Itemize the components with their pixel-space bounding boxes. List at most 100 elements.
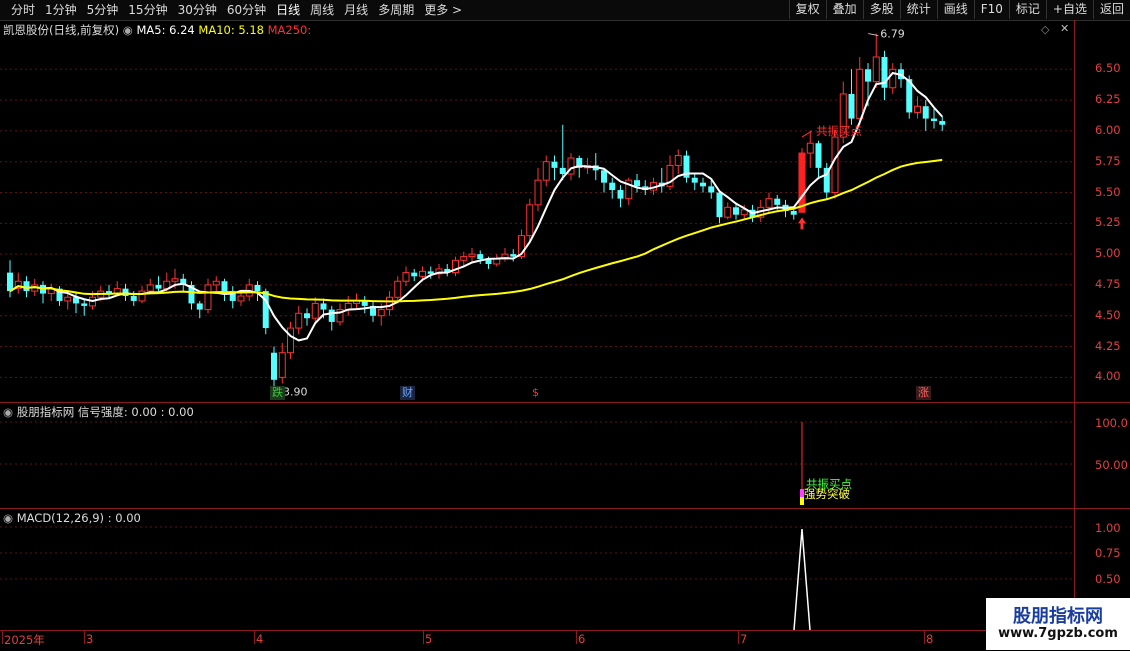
candle-body	[617, 190, 624, 199]
candle-body	[790, 211, 797, 215]
candle-body	[856, 68, 864, 120]
period-tab-9[interactable]: 多周期	[373, 2, 419, 18]
period-tab-8[interactable]: 月线	[339, 2, 373, 18]
date-label: 8	[926, 632, 934, 646]
candle-body	[460, 256, 468, 261]
candle-body	[806, 142, 814, 154]
candle-body	[64, 296, 72, 302]
price-tick: 4.00	[1095, 369, 1121, 384]
candle-body	[155, 284, 162, 289]
toolbar-button-3[interactable]: 统计	[899, 0, 937, 19]
candle-body	[815, 143, 822, 168]
candle-body	[931, 118, 937, 122]
date-tick	[576, 630, 577, 644]
macd-ytick-05: 0.50	[1095, 572, 1121, 586]
candle-body	[724, 206, 732, 218]
candle-body	[716, 192, 723, 218]
period-tab-5[interactable]: 60分钟	[222, 2, 271, 18]
period-tab-2[interactable]: 5分钟	[82, 2, 124, 18]
candle-body	[262, 291, 269, 329]
candle-body	[138, 290, 146, 302]
candle-body	[477, 254, 484, 260]
toolbar-right-buttons: 复权 叠加 多股 统计 画线 F10 标记 +自选 返回	[788, 0, 1130, 19]
candle-body	[922, 106, 929, 119]
candle-body	[311, 302, 319, 319]
toolbar-button-2[interactable]: 多股	[862, 0, 900, 19]
period-toolbar: 分时 1分钟 5分钟 15分钟 30分钟 60分钟 日线 周线 月线 多周期 更多 > 复权 叠加 多股…	[0, 0, 1130, 21]
low-label: 3.90	[283, 386, 308, 399]
candle-body	[212, 280, 220, 286]
macd-chart	[0, 526, 1074, 630]
candle-body	[468, 253, 476, 258]
price-tick: 4.25	[1095, 338, 1121, 353]
event-marker[interactable]: $	[530, 386, 541, 400]
period-tab-1[interactable]: 1分钟	[40, 2, 82, 18]
candle-body	[394, 280, 402, 298]
event-marker[interactable]: 财	[400, 386, 415, 400]
toolbar-button-0[interactable]: 复权	[788, 0, 826, 19]
candle-body	[237, 295, 245, 302]
candle-body	[691, 177, 698, 183]
toolbar-button-7[interactable]: +自选	[1045, 0, 1093, 19]
candle-body	[765, 198, 773, 208]
candle-body	[23, 281, 30, 292]
date-tick	[254, 630, 255, 644]
candle-body	[551, 161, 558, 168]
signal-strength-chart: 共振买点强势突破	[0, 421, 1074, 505]
candle-body	[601, 170, 607, 183]
watermark-url: www.7gpzb.com	[998, 626, 1118, 641]
price-tick: 5.75	[1095, 153, 1121, 168]
signal-label: 共振买点	[816, 124, 862, 138]
candle-body	[377, 309, 385, 317]
toolbar-button-5[interactable]: F10	[973, 0, 1009, 19]
date-label: 5	[425, 632, 433, 646]
macd-ytick-1: 1.00	[1095, 521, 1121, 535]
date-axis	[0, 630, 1130, 651]
candle-body	[304, 313, 310, 319]
candlestick-chart: 6.79 3.90 共振买点	[0, 28, 1074, 399]
period-tab-10[interactable]: 更多 >	[419, 2, 467, 18]
period-tab-4[interactable]: 30分钟	[173, 2, 222, 18]
candle-body	[81, 303, 88, 306]
candle-body	[278, 352, 286, 378]
date-tick	[423, 630, 424, 644]
period-tab-0[interactable]: 分时	[6, 2, 40, 18]
ind-ytick-100: 100.0	[1095, 416, 1128, 430]
toolbar-button-6[interactable]: 标记	[1008, 0, 1046, 19]
event-marker[interactable]: 涨	[916, 386, 931, 400]
date-tick	[84, 630, 85, 644]
candle-body	[872, 56, 880, 83]
watermark-logo: 股朋指标网 www.7gpzb.com	[986, 598, 1130, 650]
signal-candle	[799, 153, 805, 213]
watermark-title: 股朋指标网	[1013, 606, 1103, 627]
toolbar-button-1[interactable]: 叠加	[825, 0, 863, 19]
candle-body	[130, 296, 137, 301]
toolbar-button-8[interactable]: 返回	[1092, 0, 1130, 19]
date-label: 6	[578, 632, 586, 646]
candle-body	[708, 186, 715, 193]
period-tab-3[interactable]: 15分钟	[123, 2, 172, 18]
candle-body	[295, 312, 303, 329]
date-tick	[738, 630, 739, 644]
price-tick: 4.75	[1095, 276, 1121, 291]
y-axis-line	[1074, 20, 1075, 630]
candle-body	[733, 207, 739, 215]
candle-body	[700, 182, 706, 187]
event-marker[interactable]: 跌	[270, 386, 285, 400]
price-tick: 5.50	[1095, 184, 1121, 199]
candle-body	[848, 93, 855, 119]
high-label: 6.79	[880, 28, 905, 41]
period-tab-7[interactable]: 周线	[305, 2, 339, 18]
candle-body	[534, 179, 542, 206]
candle-body	[419, 270, 426, 277]
candle-body	[320, 303, 327, 310]
candle-body	[865, 69, 871, 82]
candle-body	[609, 182, 616, 191]
candle-body	[493, 258, 501, 265]
price-tick: 5.00	[1095, 246, 1121, 261]
price-tick: 4.50	[1095, 307, 1121, 322]
candle-body	[7, 272, 13, 292]
period-tab-6[interactable]: 日线	[271, 2, 305, 18]
toolbar-button-4[interactable]: 画线	[936, 0, 974, 19]
candle-body	[542, 161, 550, 181]
